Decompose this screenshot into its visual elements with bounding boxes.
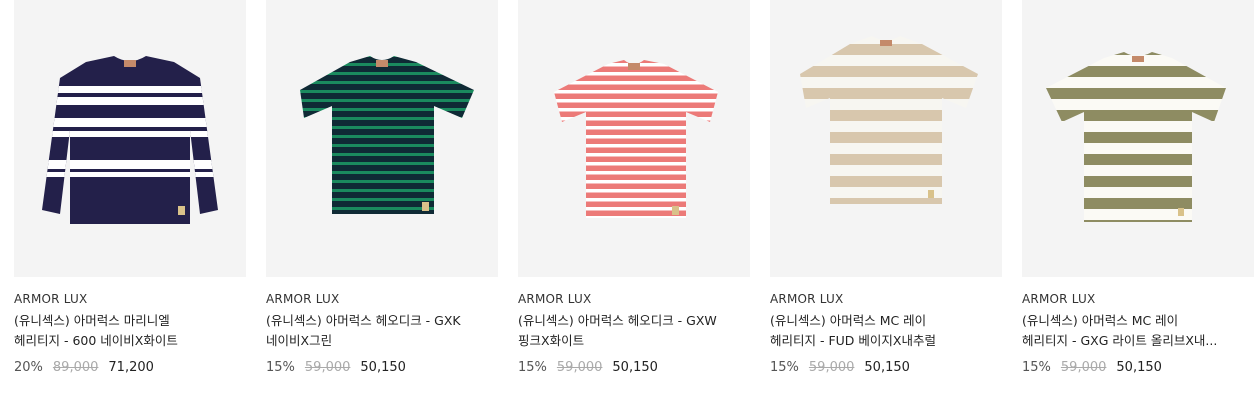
product-card[interactable]: ARMOR LUX (유니섹스) 아머럭스 MC 레이 헤리티지 - FUD 베… [770, 0, 1002, 377]
sale-price: 50,150 [1116, 360, 1162, 375]
price-row: 15% 59,000 50,150 [770, 359, 1002, 377]
brand-name: ARMOR LUX [14, 292, 88, 306]
product-image[interactable] [518, 0, 750, 277]
product-image[interactable] [770, 0, 1002, 277]
sale-price: 50,150 [612, 360, 658, 375]
tshirt-icon [300, 56, 474, 214]
product-name[interactable]: (유니섹스) 아머럭스 헤오디크 - GXW 핑크X화이트 [518, 311, 718, 351]
original-price: 89,000 [52, 360, 99, 375]
tshirt-icon [554, 60, 718, 218]
product-card[interactable]: ARMOR LUX (유니섹스) 아머럭스 헤오디크 - GXW 핑크X화이트 … [518, 0, 750, 377]
brand-name: ARMOR LUX [266, 292, 340, 306]
price-row: 15% 59,000 50,150 [1022, 359, 1254, 377]
sale-price: 50,150 [864, 360, 910, 375]
product-name[interactable]: (유니섹스) 아머럭스 MC 레이 헤리티지 - FUD 베이지X내추럴 [770, 311, 970, 351]
longsleeve-tshirt-icon [42, 56, 218, 224]
sale-price: 71,200 [108, 360, 154, 375]
product-name[interactable]: (유니섹스) 아머럭스 마리니엘 헤리티지 - 600 네이비X화이트 [14, 311, 214, 351]
product-card[interactable]: ARMOR LUX (유니섹스) 아머럭스 MC 레이 헤리티지 - GXG 라… [1022, 0, 1254, 377]
original-price: 59,000 [556, 360, 603, 375]
discount-rate: 15% [770, 360, 799, 375]
price-row: 15% 59,000 50,150 [266, 359, 498, 377]
product-image[interactable] [14, 0, 246, 277]
discount-rate: 15% [1022, 360, 1051, 375]
product-card[interactable]: ARMOR LUX (유니섹스) 아머럭스 헤오디크 - GXK 네이비X그린 … [266, 0, 498, 377]
brand-name: ARMOR LUX [770, 292, 844, 306]
sale-price: 50,150 [360, 360, 406, 375]
product-image[interactable] [266, 0, 498, 277]
product-image[interactable] [1022, 0, 1254, 277]
brand-name: ARMOR LUX [1022, 292, 1096, 306]
tshirt-icon [800, 36, 978, 204]
brand-name: ARMOR LUX [518, 292, 592, 306]
original-price: 59,000 [808, 360, 855, 375]
product-name[interactable]: (유니섹스) 아머럭스 헤오디크 - GXK 네이비X그린 [266, 311, 466, 351]
price-row: 20% 89,000 71,200 [14, 359, 246, 377]
discount-rate: 20% [14, 360, 43, 375]
price-row: 15% 59,000 50,150 [518, 359, 750, 377]
discount-rate: 15% [518, 360, 547, 375]
product-name[interactable]: (유니섹스) 아머럭스 MC 레이 헤리티지 - GXG 라이트 올리브X내..… [1022, 311, 1222, 351]
original-price: 59,000 [1060, 360, 1107, 375]
product-card[interactable]: ARMOR LUX (유니섹스) 아머럭스 마리니엘 헤리티지 - 600 네이… [14, 0, 246, 377]
product-grid: ARMOR LUX (유니섹스) 아머럭스 마리니엘 헤리티지 - 600 네이… [0, 0, 1257, 411]
original-price: 59,000 [304, 360, 351, 375]
tshirt-icon [1046, 52, 1226, 222]
discount-rate: 15% [266, 360, 295, 375]
